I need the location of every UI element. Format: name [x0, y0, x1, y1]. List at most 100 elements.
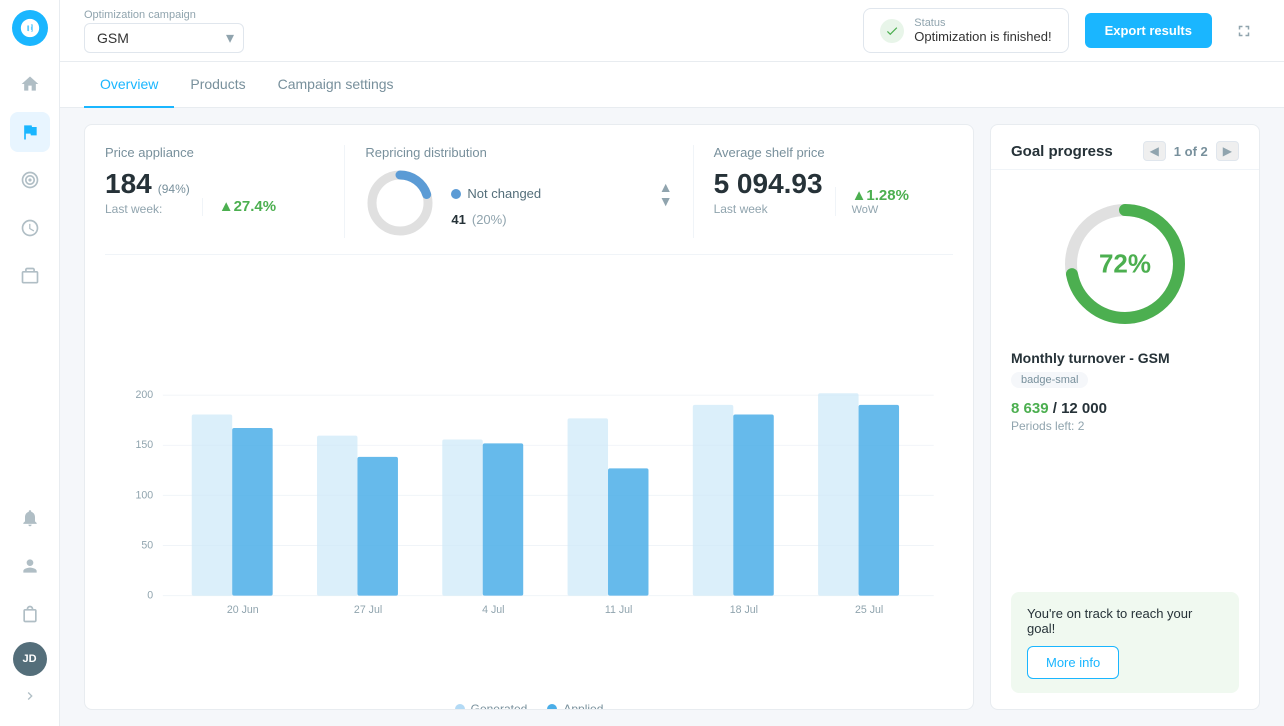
repricing-content: Not changed ▲ ▼ 41 (20%)	[365, 168, 672, 238]
price-appliance-last-week: Last week:	[105, 202, 190, 216]
chart-legend: Generated Applied	[105, 702, 953, 710]
sidebar-item-target[interactable]	[10, 160, 50, 200]
chart-legend-applied: Applied	[547, 702, 603, 710]
price-appliance-left: 184 (94%) Last week:	[105, 168, 190, 216]
goal-nav-current: 1 of 2	[1174, 144, 1208, 159]
repricing-chevron-up[interactable]: ▲	[659, 180, 673, 194]
bar-applied-3	[483, 443, 523, 595]
periods-label: Periods left:	[1011, 419, 1074, 433]
bar-generated-6	[818, 393, 858, 595]
svg-text:27 Jul: 27 Jul	[354, 604, 382, 616]
tab-overview[interactable]: Overview	[84, 62, 174, 108]
avg-shelf-last-week: Last week	[714, 202, 823, 216]
sidebar-expand-button[interactable]	[18, 684, 42, 708]
svg-text:0: 0	[147, 590, 153, 602]
main-content: Optimization campaign GSM ▾ Status Optim…	[60, 0, 1284, 726]
svg-text:11 Jul: 11 Jul	[605, 604, 632, 616]
stats-row: Price appliance 184 (94%) Last week: ▲27…	[105, 145, 953, 255]
tab-products[interactable]: Products	[174, 62, 261, 108]
applied-dot	[547, 704, 557, 710]
svg-text:200: 200	[135, 389, 153, 401]
sidebar-item-bell[interactable]	[10, 498, 50, 538]
left-panel: Price appliance 184 (94%) Last week: ▲ 27…	[84, 124, 974, 710]
status-check-icon	[880, 19, 904, 43]
tab-campaign-settings[interactable]: Campaign settings	[262, 62, 410, 108]
user-avatar[interactable]: JD	[13, 642, 47, 676]
expand-icon[interactable]	[1228, 15, 1260, 47]
bar-applied-2	[357, 457, 397, 596]
sidebar-item-bag[interactable]	[10, 594, 50, 634]
app-logo[interactable]: C	[12, 10, 48, 46]
repricing-donut	[365, 168, 435, 238]
goal-progress-title: Goal progress	[1011, 143, 1113, 160]
price-appliance-title: Price appliance	[105, 145, 324, 160]
status-badge: Status Optimization is finished!	[863, 8, 1068, 53]
status-value: Optimization is finished!	[914, 29, 1051, 44]
bar-applied-6	[859, 405, 899, 596]
sidebar-bottom: JD	[10, 498, 50, 708]
sidebar-item-briefcase[interactable]	[10, 256, 50, 296]
goal-target: 12 000	[1061, 400, 1107, 417]
bar-applied-4	[608, 468, 648, 595]
goal-donut-pct: 72%	[1099, 249, 1151, 280]
bar-generated-1	[192, 414, 232, 595]
avg-shelf-title: Average shelf price	[714, 145, 933, 160]
avg-shelf-block: Average shelf price 5 094.93 Last week ▲…	[693, 145, 953, 238]
price-appliance-count: 184	[105, 168, 152, 200]
sidebar-item-flag[interactable]	[10, 112, 50, 152]
svg-text:150: 150	[135, 439, 153, 451]
export-button[interactable]: Export results	[1085, 13, 1212, 48]
goal-nav-next[interactable]: ▶	[1216, 141, 1239, 161]
generated-dot	[455, 704, 465, 710]
avg-shelf-left: 5 094.93 Last week	[714, 168, 823, 216]
goal-nav: ◀ 1 of 2 ▶	[1143, 141, 1239, 161]
bar-generated-4	[568, 418, 608, 595]
repricing-legend: Not changed ▲ ▼ 41 (20%)	[451, 180, 672, 227]
content-area: Price appliance 184 (94%) Last week: ▲27…	[60, 108, 1284, 726]
repricing-chevron-down[interactable]: ▼	[659, 194, 673, 208]
campaign-select-wrapper: GSM ▾	[84, 23, 244, 53]
periods-value: 2	[1078, 419, 1085, 433]
repricing-block: Repricing distribution Not changed	[344, 145, 692, 238]
svg-text:18 Jul: 18 Jul	[730, 604, 758, 616]
chart-area: 0 50 100 150 200 20 Jun 27 Jul	[105, 271, 953, 689]
tabs-bar: Overview Products Campaign settings	[60, 62, 1284, 108]
bar-generated-5	[693, 405, 733, 596]
not-changed-count: 41	[451, 212, 465, 227]
goal-name: Monthly turnover - GSM	[1011, 350, 1170, 366]
avg-shelf-value: 5 094.93	[714, 168, 823, 200]
goal-progress-numbers: 8 639 / 12 000	[1011, 400, 1107, 417]
goal-donut: 72%	[1055, 194, 1195, 334]
avg-shelf-change-group: ▲1.28% WoW	[835, 187, 909, 216]
chart-legend-generated: Generated	[455, 702, 528, 710]
not-changed-dot	[451, 189, 461, 199]
applied-label: Applied	[563, 702, 603, 710]
generated-label: Generated	[471, 702, 528, 710]
svg-text:25 Jul: 25 Jul	[855, 604, 883, 616]
goal-track-section: You're on track to reach your goal! More…	[1011, 592, 1239, 693]
campaign-selector-group: Optimization campaign GSM ▾	[84, 9, 244, 53]
status-text-group: Status Optimization is finished!	[914, 17, 1051, 44]
goal-header: Goal progress ◀ 1 of 2 ▶	[991, 125, 1259, 170]
repricing-legend-count: 41 (20%)	[451, 212, 672, 227]
sidebar-item-clock[interactable]	[10, 208, 50, 248]
avg-shelf-values: 5 094.93 Last week ▲1.28% WoW	[714, 168, 933, 216]
svg-text:C: C	[23, 22, 32, 36]
more-info-button[interactable]: More info	[1027, 646, 1119, 679]
avg-shelf-wow: WoW	[852, 204, 909, 216]
repricing-chevrons: ▲ ▼	[659, 180, 673, 208]
sidebar: C JD	[0, 0, 60, 726]
repricing-title: Repricing distribution	[365, 145, 672, 160]
svg-text:100: 100	[135, 489, 153, 501]
goal-body: 72% Monthly turnover - GSM badge-smal 8 …	[991, 170, 1259, 709]
avg-shelf-change: ▲1.28%	[852, 187, 909, 204]
campaign-select[interactable]: GSM	[84, 23, 244, 53]
campaign-label: Optimization campaign	[84, 9, 244, 21]
goal-current: 8 639	[1011, 400, 1049, 417]
right-panel: Goal progress ◀ 1 of 2 ▶ 72% Monthly tur…	[990, 124, 1260, 710]
not-changed-label: Not changed	[467, 186, 541, 201]
sidebar-item-home[interactable]	[10, 64, 50, 104]
sidebar-item-user[interactable]	[10, 546, 50, 586]
bar-applied-1	[232, 428, 272, 596]
goal-nav-prev[interactable]: ◀	[1143, 141, 1166, 161]
